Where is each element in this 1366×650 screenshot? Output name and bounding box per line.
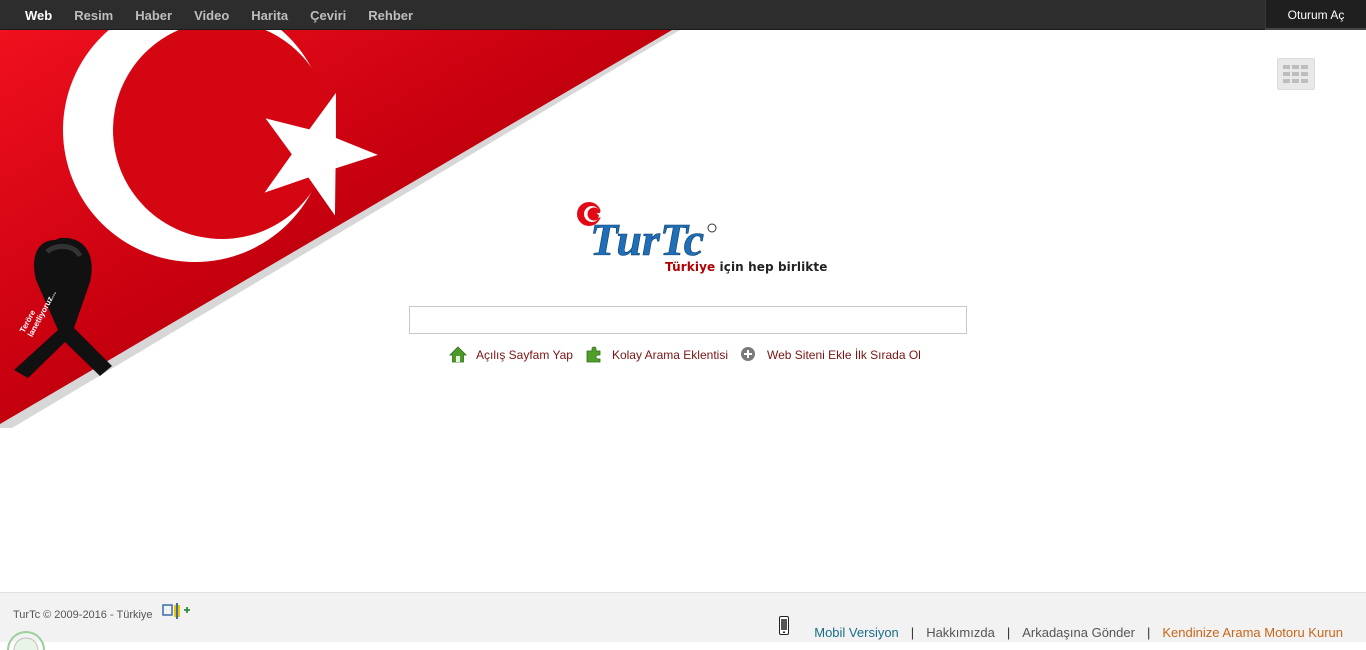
mobile-version-link[interactable]: Mobil Versiyon <box>814 625 899 640</box>
make-homepage-link[interactable]: Açılış Sayfam Yap <box>449 346 573 364</box>
about-link[interactable]: Hakkımızda <box>926 625 995 640</box>
plus-circle-icon <box>741 347 755 361</box>
tab-translate[interactable]: Çeviri <box>299 8 357 23</box>
top-navigation-bar: Web Resim Haber Video Harita Çeviri Rehb… <box>0 0 1366 30</box>
add-site-label: Web Siteni Ekle İlk Sırada Ol <box>767 348 921 362</box>
send-to-friend-link[interactable]: Arkadaşına Gönder <box>1022 625 1135 640</box>
install-search-engine-link[interactable]: Kendinize Arama Motoru Kurun <box>1162 625 1343 640</box>
footer-separator: | <box>910 625 915 640</box>
logo-tagline: Türkiye için hep birlikte <box>665 260 827 274</box>
apps-button[interactable] <box>1277 58 1315 90</box>
copyright-text: TurTc © 2009-2016 - Türkiye <box>13 609 153 621</box>
footer-separator: | <box>1146 625 1151 640</box>
quick-links: Açılış Sayfam Yap Kolay Arama Eklentisi … <box>449 345 933 365</box>
corner-logo-icon <box>7 631 45 650</box>
tab-maps[interactable]: Harita <box>240 8 299 23</box>
search-extension-link[interactable]: Kolay Arama Eklentisi <box>585 346 728 364</box>
search-input[interactable] <box>409 306 967 334</box>
add-site-link[interactable]: Web Siteni Ekle İlk Sırada Ol <box>740 346 921 364</box>
tab-directory[interactable]: Rehber <box>357 8 424 23</box>
google-plus-badge-icon[interactable] <box>162 603 192 619</box>
mobile-phone-icon <box>779 616 789 635</box>
puzzle-icon <box>586 346 601 363</box>
tab-web[interactable]: Web <box>14 8 63 23</box>
logo-wordmark: TurTc <box>590 214 704 265</box>
search-extension-label: Kolay Arama Eklentisi <box>611 348 728 362</box>
signin-button[interactable]: Oturum Aç <box>1265 0 1366 30</box>
tab-news[interactable]: Haber <box>124 8 183 23</box>
footer-separator: | <box>1006 625 1011 640</box>
footer: TurTc © 2009-2016 - Türkiye Mobil Versiy… <box>0 592 1366 642</box>
vertical-tabs: Web Resim Haber Video Harita Çeviri Rehb… <box>14 0 424 30</box>
tagline-part2: için hep birlikte <box>719 260 828 274</box>
tab-video[interactable]: Video <box>183 8 240 23</box>
tagline-part1: Türkiye <box>665 260 720 274</box>
home-icon <box>449 346 467 363</box>
grid-icon <box>1283 65 1308 83</box>
make-homepage-label: Açılış Sayfam Yap <box>476 348 573 362</box>
footer-links: Mobil Versiyon | Hakkımızda | Arkadaşına… <box>814 625 1343 640</box>
tab-images[interactable]: Resim <box>63 8 124 23</box>
